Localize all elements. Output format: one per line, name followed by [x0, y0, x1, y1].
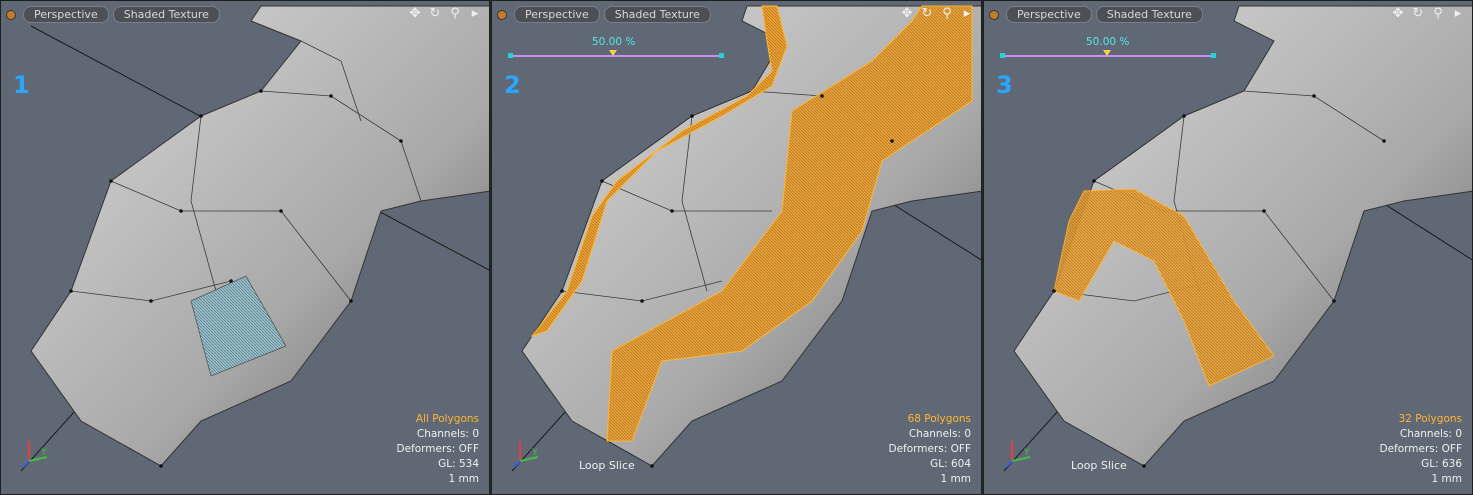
axis-gizmo-icon: Y: [513, 441, 539, 468]
view-mode-button[interactable]: Perspective: [23, 6, 109, 23]
selection-count: 32 Polygons: [1398, 413, 1462, 425]
rotate-icon[interactable]: ↻: [919, 6, 935, 22]
units-readout: 1 mm: [940, 473, 971, 485]
view-mode-button[interactable]: Perspective: [514, 6, 600, 23]
viewport-number: 2: [504, 71, 521, 99]
rotate-icon[interactable]: ↻: [427, 6, 443, 22]
deformers-readout: Deformers: OFF: [396, 443, 480, 455]
svg-text:Y: Y: [1023, 448, 1030, 458]
viewport-tools: ✥ ↻ ⚲ ▸: [899, 6, 975, 22]
svg-text:Y: Y: [40, 448, 47, 458]
axis-gizmo-icon: Y: [1005, 441, 1031, 468]
menu-dot-icon[interactable]: [7, 10, 15, 19]
viewport-tools: ✥ ↻ ⚲ ▸: [407, 6, 483, 22]
viewport-number: 3: [996, 71, 1013, 99]
slider-start-handle[interactable]: [1000, 53, 1005, 58]
move-icon[interactable]: ✥: [1390, 6, 1406, 22]
expand-arrow-icon[interactable]: ▸: [959, 6, 975, 22]
units-readout: 1 mm: [448, 473, 479, 485]
zoom-icon[interactable]: ⚲: [447, 6, 463, 22]
viewport-2[interactable]: Perspective Shaded Texture ✥ ↻ ⚲ ▸ 50.00…: [491, 0, 982, 495]
slider-position-marker[interactable]: [609, 50, 617, 56]
gl-readout: GL: 636: [1421, 458, 1462, 470]
slider-end-handle[interactable]: [719, 53, 724, 58]
viewport-stats: 68 Polygons Channels: 0 Deformers: OFF G…: [889, 412, 972, 487]
channels-readout: Channels: 0: [1399, 428, 1462, 440]
move-icon[interactable]: ✥: [407, 6, 423, 22]
active-tool-label: Loop Slice: [1071, 459, 1127, 472]
slider-position-marker[interactable]: [1103, 50, 1111, 56]
channels-readout: Channels: 0: [416, 428, 479, 440]
zoom-icon[interactable]: ⚲: [1430, 6, 1446, 22]
expand-arrow-icon[interactable]: ▸: [1450, 6, 1466, 22]
slider-end-handle[interactable]: [1211, 53, 1216, 58]
view-mode-button[interactable]: Perspective: [1006, 6, 1092, 23]
selection-count: All Polygons: [415, 413, 479, 425]
menu-dot-icon[interactable]: [990, 10, 998, 19]
zoom-icon[interactable]: ⚲: [939, 6, 955, 22]
viewport-3[interactable]: Perspective Shaded Texture ✥ ↻ ⚲ ▸ 50.00…: [983, 0, 1473, 495]
shading-mode-button[interactable]: Shaded Texture: [1095, 6, 1203, 23]
svg-text:Y: Y: [531, 448, 538, 458]
expand-arrow-icon[interactable]: ▸: [467, 6, 483, 22]
deformers-readout: Deformers: OFF: [888, 443, 972, 455]
gl-readout: GL: 604: [930, 458, 971, 470]
viewport-tools: ✥ ↻ ⚲ ▸: [1390, 6, 1466, 22]
channels-readout: Channels: 0: [908, 428, 971, 440]
slider-start-handle[interactable]: [508, 53, 513, 58]
viewport-stats: All Polygons Channels: 0 Deformers: OFF …: [397, 412, 480, 487]
loop-slice-slider[interactable]: 50.00 %: [508, 36, 724, 65]
shading-mode-button[interactable]: Shaded Texture: [112, 6, 220, 23]
viewport-1[interactable]: Perspective Shaded Texture ✥ ↻ ⚲ ▸ 1 Y A…: [0, 0, 490, 495]
shading-mode-button[interactable]: Shaded Texture: [603, 6, 711, 23]
slider-value: 50.00 %: [592, 36, 636, 48]
active-tool-label: Loop Slice: [579, 459, 635, 472]
move-icon[interactable]: ✥: [899, 6, 915, 22]
axis-gizmo-icon: Y: [22, 441, 48, 468]
menu-dot-icon[interactable]: [498, 10, 506, 19]
gl-readout: GL: 534: [438, 458, 479, 470]
loop-slice-slider[interactable]: 50.00 %: [1000, 36, 1216, 65]
units-readout: 1 mm: [1431, 473, 1462, 485]
rotate-icon[interactable]: ↻: [1410, 6, 1426, 22]
selection-count: 68 Polygons: [907, 413, 971, 425]
viewport-number: 1: [13, 71, 30, 99]
slider-value: 50.00 %: [1086, 36, 1130, 48]
deformers-readout: Deformers: OFF: [1379, 443, 1463, 455]
viewport-stats: 32 Polygons Channels: 0 Deformers: OFF G…: [1380, 412, 1463, 487]
